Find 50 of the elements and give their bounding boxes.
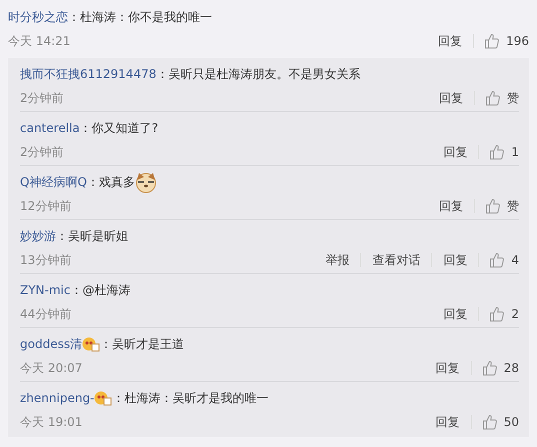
action-link[interactable]: 回复 — [424, 361, 472, 375]
thumbs-up-icon — [482, 414, 498, 430]
comment-text: ：杜海涛：你不是我的唯一 — [68, 9, 212, 26]
thumbs-up-icon — [489, 252, 506, 268]
like-button[interactable]: 196 — [474, 32, 529, 50]
thumbs-up-icon — [485, 198, 501, 214]
action-link[interactable]: 举报 — [314, 253, 362, 267]
username-link[interactable]: 拽而不狂拽6112914478 — [20, 64, 156, 82]
action-link[interactable]: 回复 — [432, 253, 480, 267]
username-link[interactable]: canterella — [20, 118, 80, 136]
username-link[interactable]: 妙妙游 — [20, 226, 56, 244]
like-button[interactable]: 50 — [472, 413, 519, 431]
like-button[interactable]: 1 — [479, 143, 519, 161]
username-link[interactable]: ZYN-mic — [20, 280, 70, 298]
action-link[interactable]: 回复 — [432, 307, 480, 321]
comment-text: ：吴昕是昕姐 — [56, 228, 128, 244]
like-button[interactable]: 赞 — [475, 89, 519, 107]
like-button[interactable]: 4 — [479, 251, 519, 269]
like-button[interactable]: 28 — [472, 359, 519, 377]
timestamp: 2分钟前 — [20, 90, 64, 107]
timestamp: 12分钟前 — [20, 198, 72, 215]
thumbs-up-icon — [485, 90, 501, 106]
username-link[interactable]: 时分秒之恋 — [8, 8, 68, 26]
thumbs-up-icon — [489, 306, 506, 322]
timestamp: 2分钟前 — [20, 144, 64, 161]
timestamp: 44分钟前 — [20, 306, 72, 323]
timestamp: 13分钟前 — [20, 252, 72, 269]
thumbs-up-icon — [484, 33, 500, 49]
thumbs-up-icon — [489, 144, 506, 160]
timestamp: 今天 19:01 — [20, 414, 82, 431]
like-button[interactable]: 2 — [479, 305, 519, 323]
username-link[interactable]: Q神经病啊Q — [20, 172, 87, 190]
comment-text: ：杜海涛：吴昕才是我的唯一 — [112, 390, 268, 406]
username-link[interactable]: zhennipeng- — [20, 388, 94, 406]
thumbs-up-icon — [482, 360, 498, 376]
action-link[interactable]: 回复 — [427, 34, 474, 48]
comment-text: ：吴昕只是杜海涛朋友。不是男女关系 — [156, 66, 360, 82]
action-link[interactable]: 回复 — [428, 199, 475, 213]
action-link[interactable]: 回复 — [424, 415, 472, 429]
comment-text: ：你又知道了? — [80, 120, 158, 136]
timestamp: 今天 20:07 — [20, 360, 82, 377]
comment-text: ：@杜海涛 — [70, 282, 130, 298]
timestamp: 今天 14:21 — [8, 33, 70, 50]
like-button[interactable]: 赞 — [475, 197, 519, 215]
action-link[interactable]: 回复 — [432, 145, 480, 159]
comment-text: ：戏真多 — [86, 174, 135, 190]
username-link[interactable]: goddess清 — [20, 334, 82, 352]
action-link[interactable]: 回复 — [428, 91, 475, 105]
comment-text: ：吴昕才是王道 — [100, 336, 184, 352]
action-link[interactable]: 查看对话 — [361, 253, 432, 267]
